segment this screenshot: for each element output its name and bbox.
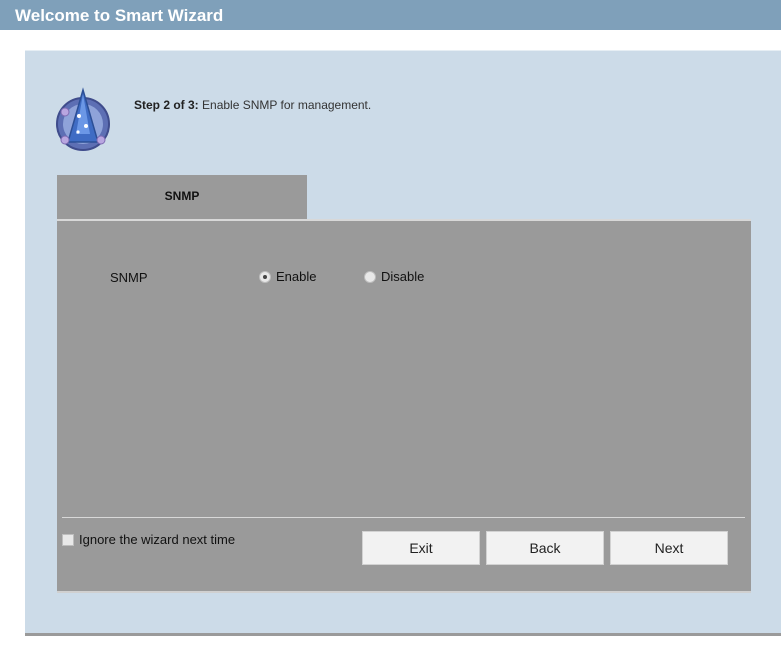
title-bar: Welcome to Smart Wizard bbox=[0, 0, 781, 30]
ignore-wizard-label: Ignore the wizard next time bbox=[79, 532, 236, 547]
snmp-enable-radio[interactable]: Enable bbox=[259, 269, 316, 284]
window-title: Welcome to Smart Wizard bbox=[15, 6, 224, 25]
snmp-field-label: SNMP bbox=[110, 270, 148, 285]
exit-button[interactable]: Exit bbox=[362, 531, 480, 565]
snmp-enable-label: Enable bbox=[276, 269, 317, 284]
divider bbox=[62, 517, 745, 518]
radio-unselected-icon[interactable] bbox=[364, 270, 376, 283]
wizard-hat-icon bbox=[56, 87, 110, 151]
tab-snmp-label: SNMP bbox=[164, 189, 200, 203]
back-button[interactable]: Back bbox=[486, 531, 604, 565]
step-number: Step 2 of 3: bbox=[134, 98, 199, 112]
step-description: Enable SNMP for management. bbox=[198, 98, 372, 112]
snmp-disable-radio[interactable]: Disable bbox=[364, 269, 424, 284]
snmp-disable-label: Disable bbox=[381, 269, 425, 284]
ignore-wizard-checkbox[interactable]: Ignore the wizard next time bbox=[62, 532, 235, 547]
tab-snmp[interactable]: SNMP bbox=[57, 175, 307, 223]
next-button[interactable]: Next bbox=[610, 531, 728, 565]
radio-selected-icon[interactable] bbox=[259, 270, 271, 283]
checkbox-icon[interactable] bbox=[62, 533, 74, 546]
step-indicator: Step 2 of 3: Enable SNMP for management. bbox=[134, 98, 371, 112]
